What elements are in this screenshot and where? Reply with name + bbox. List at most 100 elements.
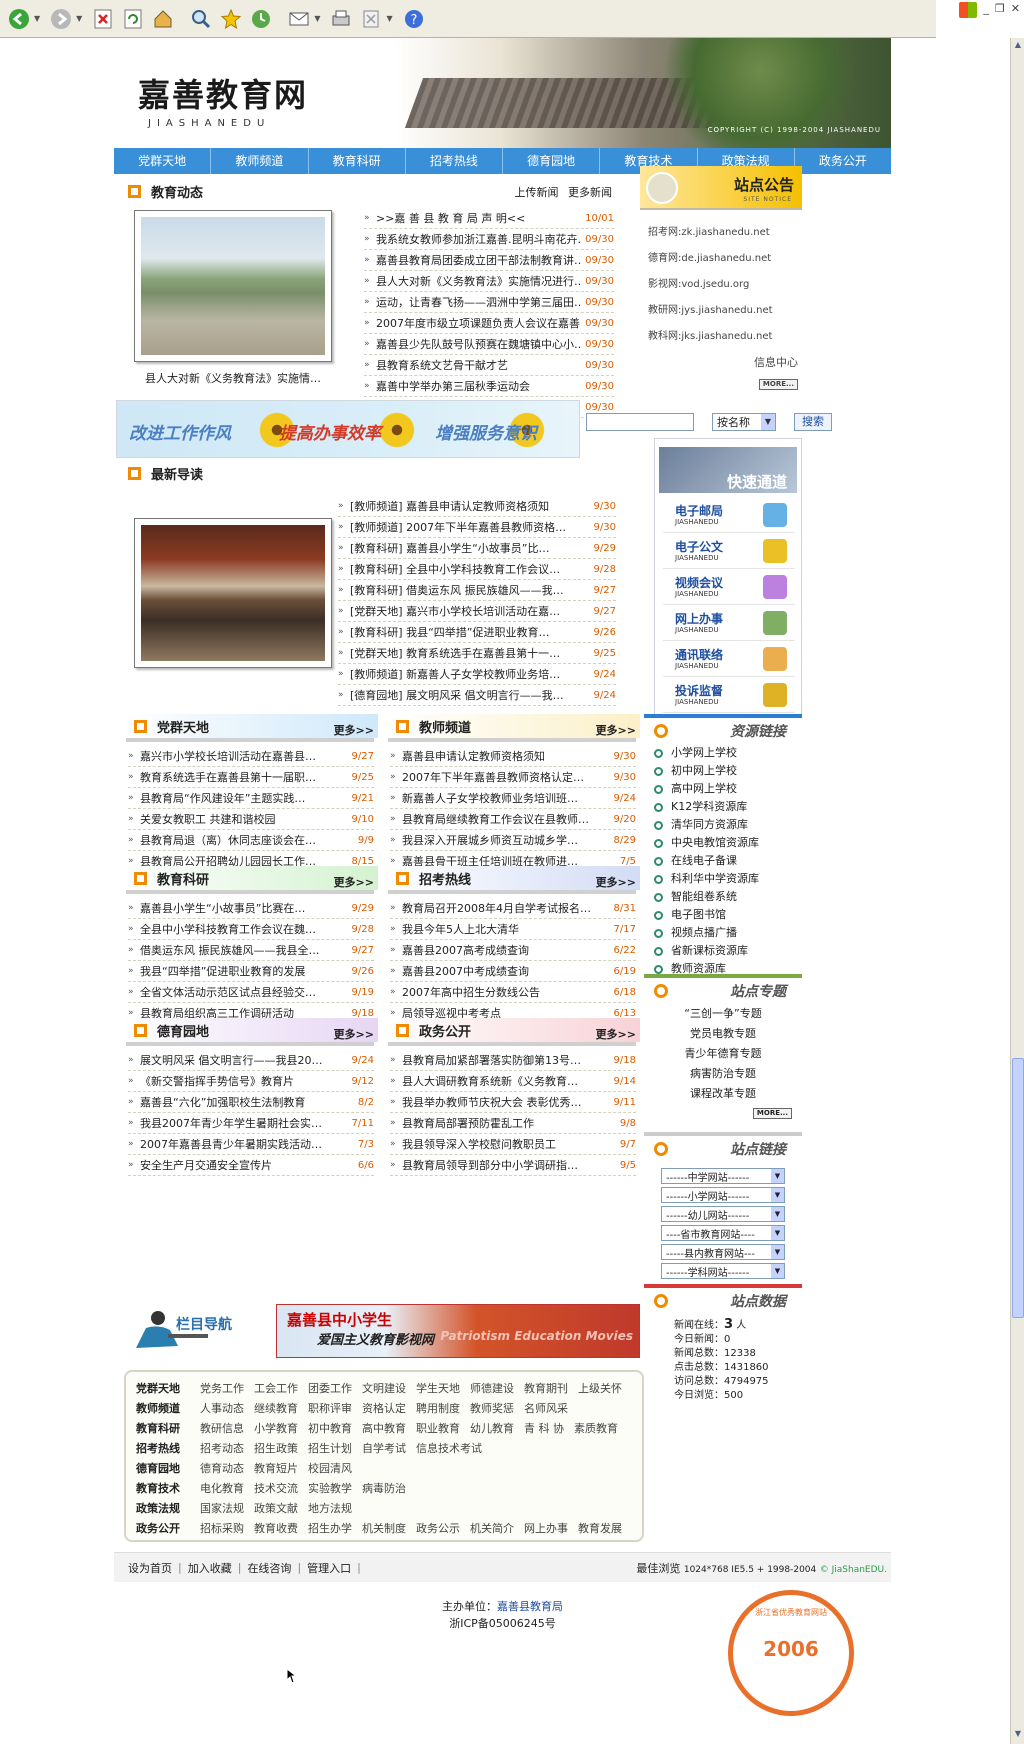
column-link[interactable]: 病毒防治 bbox=[362, 1480, 406, 1496]
column-link[interactable]: 幼儿教育 bbox=[470, 1420, 514, 1436]
list-item[interactable]: » 2007年下半年嘉善县教师资格认定… 9/30 bbox=[390, 767, 636, 788]
resource-link[interactable]: 省新课标资源库 bbox=[654, 942, 802, 960]
list-item[interactable]: » 全县中小学科技教育工作会议在魏… 9/28 bbox=[128, 919, 374, 940]
column-link[interactable]: 党务工作 bbox=[200, 1380, 244, 1396]
scroll-down-icon[interactable]: ▼ bbox=[1012, 1728, 1024, 1740]
column-link[interactable]: 人事动态 bbox=[200, 1400, 244, 1416]
column-heading[interactable]: 德育园地 bbox=[136, 1460, 200, 1476]
list-item[interactable]: » 《新交警指挥手势信号》教育片 9/12 bbox=[128, 1071, 374, 1092]
nav-item-affairs[interactable]: 政务公开 bbox=[795, 148, 891, 174]
quick-item[interactable]: 投诉监督 JIASHANEDU bbox=[663, 677, 795, 713]
column-link[interactable]: 教育发展 bbox=[578, 1520, 622, 1536]
link-select[interactable]: ------中学网站------ ▼ bbox=[661, 1168, 785, 1184]
column-link[interactable]: 地方法规 bbox=[308, 1500, 352, 1516]
resource-link[interactable]: 清华同方资源库 bbox=[654, 816, 802, 834]
more-news-link[interactable]: 更多新闻 bbox=[568, 186, 612, 199]
column-link[interactable]: 德育动态 bbox=[200, 1460, 244, 1476]
column-link[interactable]: 校园清风 bbox=[308, 1460, 352, 1476]
column-link[interactable]: 教研信息 bbox=[200, 1420, 244, 1436]
column-link[interactable]: 青 科 协 bbox=[524, 1420, 564, 1436]
list-item[interactable]: » 我县举办教师节庆祝大会 表彰优秀… 9/11 bbox=[390, 1092, 636, 1113]
list-item[interactable]: » 县教育局继续教育工作会议在县教师… 9/20 bbox=[390, 809, 636, 830]
nav-item-moral[interactable]: 德育园地 bbox=[503, 148, 601, 174]
search-button[interactable]: 搜索 bbox=[794, 413, 832, 431]
column-link[interactable]: 政务公示 bbox=[416, 1520, 460, 1536]
notice-line[interactable]: 教科网:jks.jiashanedu.net bbox=[648, 324, 798, 350]
resource-link[interactable]: 视频点播广播 bbox=[654, 924, 802, 942]
link-select[interactable]: ----省市教育网站---- ▼ bbox=[661, 1225, 785, 1241]
notice-line[interactable]: 影视网:vod.jsedu.org bbox=[648, 272, 798, 298]
list-item[interactable]: » 嘉善县少先队鼓号队预赛在魏塘镇中心小… 09/30 bbox=[364, 334, 614, 355]
list-item[interactable]: » 教育局召开2008年4月自学考试报名… 8/31 bbox=[390, 898, 636, 919]
notice-line[interactable]: 德育网:de.jiashanedu.net bbox=[648, 246, 798, 272]
list-item[interactable]: » 教育系统选手在嘉善县第十一届职… 9/25 bbox=[128, 767, 374, 788]
section-more-link[interactable]: 更多>> bbox=[334, 1026, 374, 1042]
site-logo[interactable]: 嘉善教育网 bbox=[138, 70, 308, 116]
list-item[interactable]: » [党群天地] 教育系统选手在嘉善县第十一… 9/25 bbox=[338, 643, 616, 664]
list-item[interactable]: » 2007年度市级立项课题负责人会议在嘉善… 09/30 bbox=[364, 313, 614, 334]
vertical-scrollbar[interactable]: ▲ ▼ bbox=[1010, 38, 1024, 1744]
column-link[interactable]: 自学考试 bbox=[362, 1440, 406, 1456]
patriotism-movies-banner[interactable]: 嘉善县中小学生 爱国主义教育影视网 Patriotism Education M… bbox=[276, 1304, 640, 1358]
topics-more-button[interactable]: MORE... bbox=[752, 1108, 792, 1119]
column-link[interactable]: 高中教育 bbox=[362, 1420, 406, 1436]
resource-link[interactable]: 高中网上学校 bbox=[654, 780, 802, 798]
list-item[interactable]: » 嘉善县2007中考成绩查询 6/19 bbox=[390, 961, 636, 982]
list-item[interactable]: » [教育科研] 全县中小学科技教育工作会议… 9/28 bbox=[338, 559, 616, 580]
column-link[interactable]: 教育期刊 bbox=[524, 1380, 568, 1396]
column-link[interactable]: 教育短片 bbox=[254, 1460, 298, 1476]
list-item[interactable]: » 县教育局领导到部分中小学调研指… 9/5 bbox=[390, 1155, 636, 1176]
column-link[interactable]: 职业教育 bbox=[416, 1420, 460, 1436]
quick-item[interactable]: 电子邮局 JIASHANEDU bbox=[663, 497, 795, 533]
column-link[interactable]: 招考动态 bbox=[200, 1440, 244, 1456]
link-select[interactable]: ------学科网站------ ▼ bbox=[661, 1263, 785, 1279]
resource-link[interactable]: 初中网上学校 bbox=[654, 762, 802, 780]
list-item[interactable]: » 借奥运东风 振民族雄风——我县全… 9/27 bbox=[128, 940, 374, 961]
list-item[interactable]: » 县人大调研教育系统新《义务教育… 9/14 bbox=[390, 1071, 636, 1092]
list-item[interactable]: » >>嘉 善 县 教 育 局 声 明<< 10/01 bbox=[364, 208, 614, 229]
column-link[interactable]: 招生办学 bbox=[308, 1520, 352, 1536]
edit-dropdown-icon[interactable]: ▼ bbox=[386, 14, 392, 23]
news-photo-caption[interactable]: 县人大对新《义务教育法》实施情… bbox=[120, 370, 346, 386]
column-link[interactable]: 职称评审 bbox=[308, 1400, 352, 1416]
history-icon[interactable] bbox=[248, 6, 274, 32]
column-link[interactable]: 名师风采 bbox=[524, 1400, 568, 1416]
footer-link-favorite[interactable]: 加入收藏 bbox=[188, 1560, 232, 1576]
column-link[interactable]: 国家法规 bbox=[200, 1500, 244, 1516]
nav-item-research[interactable]: 教育科研 bbox=[309, 148, 406, 174]
restore-icon[interactable]: ❐ bbox=[995, 2, 1005, 15]
column-link[interactable]: 机关简介 bbox=[470, 1520, 514, 1536]
list-item[interactable]: » 县人大对新《义务教育法》实施情况进行… 09/30 bbox=[364, 271, 614, 292]
column-link[interactable]: 机关制度 bbox=[362, 1520, 406, 1536]
nav-item-exam[interactable]: 招考热线 bbox=[406, 148, 503, 174]
notice-line[interactable]: 招考网:zk.jiashanedu.net bbox=[648, 220, 798, 246]
list-item[interactable]: » 展文明风采 倡文明言行——我县20… 9/24 bbox=[128, 1050, 374, 1071]
search-input[interactable] bbox=[586, 413, 694, 431]
column-heading[interactable]: 教育科研 bbox=[136, 1420, 200, 1436]
list-item[interactable]: » 嘉善县教育局团委成立团干部法制教育讲… 09/30 bbox=[364, 250, 614, 271]
scrollbar-thumb[interactable] bbox=[1012, 1058, 1024, 1318]
list-item[interactable]: » [党群天地] 嘉兴市小学校长培训活动在嘉… 9/27 bbox=[338, 601, 616, 622]
topic-link[interactable]: “三创一争”专题 bbox=[644, 1004, 802, 1024]
list-item[interactable]: » 我县2007年青少年学生暑期社会实… 7/11 bbox=[128, 1113, 374, 1134]
section-more-link[interactable]: 更多>> bbox=[596, 1026, 636, 1042]
list-item[interactable]: » [教师频道] 2007年下半年嘉善县教师资格… 9/30 bbox=[338, 517, 616, 538]
list-item[interactable]: » 嘉善中学举办第三届秋季运动会 09/30 bbox=[364, 376, 614, 397]
host-org[interactable]: 嘉善县教育局 bbox=[497, 1600, 563, 1613]
list-item[interactable]: » 我县“四举措”促进职业教育的发展 9/26 bbox=[128, 961, 374, 982]
list-item[interactable]: » 全省文体活动示范区试点县经验交… 9/19 bbox=[128, 982, 374, 1003]
list-item[interactable]: » 县教育局加紧部署落实防御第13号… 9/18 bbox=[390, 1050, 636, 1071]
column-link[interactable]: 教师奖惩 bbox=[470, 1400, 514, 1416]
minimize-icon[interactable]: _ bbox=[983, 2, 989, 15]
forward-icon[interactable] bbox=[48, 6, 74, 32]
list-item[interactable]: » [教育科研] 我县“四举措”促进职业教育… 9/26 bbox=[338, 622, 616, 643]
column-heading[interactable]: 招考热线 bbox=[136, 1440, 200, 1456]
stop-icon[interactable] bbox=[90, 6, 116, 32]
column-link[interactable]: 实验教学 bbox=[308, 1480, 352, 1496]
column-link[interactable]: 招生政策 bbox=[254, 1440, 298, 1456]
column-link[interactable]: 招生计划 bbox=[308, 1440, 352, 1456]
nav-item-teacher[interactable]: 教师频道 bbox=[211, 148, 309, 174]
list-item[interactable]: » 我系统女教师参加浙江嘉善.昆明斗南花卉… 09/30 bbox=[364, 229, 614, 250]
column-link[interactable]: 政策文献 bbox=[254, 1500, 298, 1516]
resource-link[interactable]: 科利华中学资源库 bbox=[654, 870, 802, 888]
